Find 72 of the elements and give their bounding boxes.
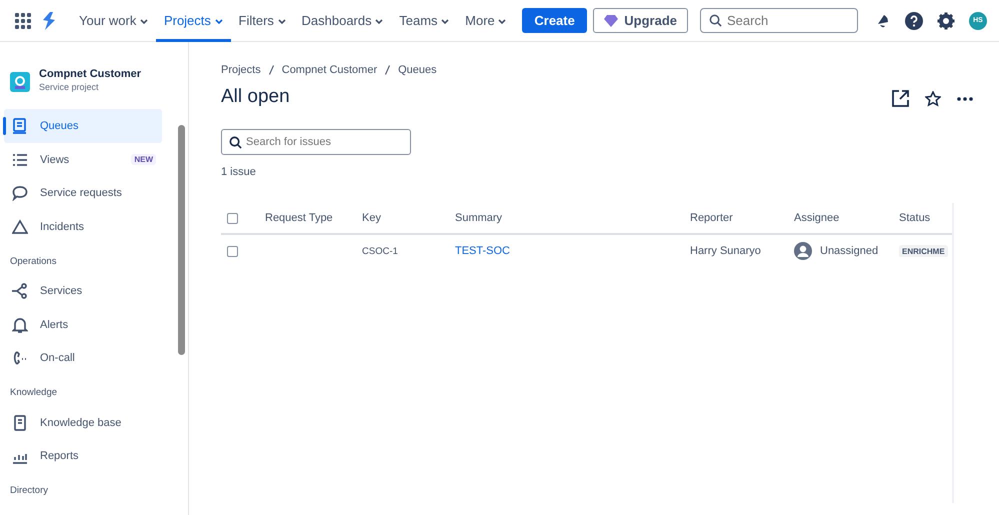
issue-key: CSOC-1	[362, 246, 455, 256]
sidebar-item[interactable]: Service requests	[4, 176, 162, 210]
triangle-icon	[12, 218, 28, 235]
phone-icon	[12, 350, 28, 366]
column-header[interactable]: Key	[362, 212, 455, 224]
assignee-name: Unassigned	[820, 245, 878, 257]
chevron-down-icon	[375, 19, 384, 24]
sidebar-item[interactable]: Views NEW	[4, 143, 162, 176]
issue-count: 1 issue	[221, 166, 257, 178]
create-button[interactable]: Create	[522, 8, 587, 33]
nav-menu-item[interactable]: Projects	[156, 0, 231, 42]
nav-menu-item[interactable]: More	[457, 0, 514, 42]
issue-search-field[interactable]: Search for issues	[221, 129, 411, 155]
sidebar-item[interactable]: Knowledge base	[4, 406, 162, 440]
share-icon[interactable]	[892, 90, 909, 107]
column-header[interactable]: Status	[899, 212, 952, 224]
checkbox[interactable]	[227, 212, 238, 224]
lightning-logo-icon[interactable]	[41, 12, 57, 30]
bell-icon	[12, 316, 28, 333]
sidebar-item[interactable]: Alerts	[4, 308, 162, 342]
breadcrumb-link[interactable]: Projects	[221, 64, 261, 76]
speech-bubble-icon	[12, 185, 28, 202]
slash-icon	[385, 65, 390, 75]
page-title: All open	[221, 86, 291, 108]
nav-menu-item[interactable]: Your work	[71, 0, 156, 42]
project-type: Service project	[39, 82, 100, 92]
section-heading: Knowledge	[9, 386, 58, 400]
sidebar-item[interactable]: Incidents	[4, 210, 162, 244]
column-header[interactable]: Assignee	[794, 212, 899, 224]
app-switcher-icon[interactable]	[15, 12, 31, 28]
checkbox[interactable]	[227, 246, 238, 256]
upgrade-button[interactable]: Upgrade	[593, 8, 688, 33]
notification-icon[interactable]	[875, 12, 891, 28]
book-icon	[12, 414, 28, 431]
more-icon[interactable]	[957, 96, 973, 100]
column-header[interactable]: Request Type	[239, 212, 362, 224]
list-icon	[12, 152, 28, 168]
breadcrumb-link[interactable]: Compnet Customer	[282, 64, 378, 76]
star-icon[interactable]	[925, 90, 941, 106]
project-name: Compnet Customer	[39, 68, 142, 80]
gem-icon	[604, 14, 618, 26]
reporter-cell-text: Harry Sunaryo	[690, 245, 762, 257]
search-field[interactable]: Search	[700, 8, 858, 33]
new-badge: NEW	[131, 154, 156, 166]
sidebar-item[interactable]: Services	[4, 274, 162, 308]
nav-menu-item[interactable]: Teams	[391, 0, 458, 42]
chevron-down-icon	[278, 19, 286, 24]
network-icon	[12, 283, 28, 300]
slash-icon	[268, 65, 274, 75]
nav-menu-item[interactable]: Dashboards	[294, 0, 392, 42]
issue-summary-link[interactable]: TEST-SOC	[455, 245, 510, 257]
section-heading: Directory	[9, 484, 50, 498]
chevron-down-icon	[140, 19, 148, 24]
nav-menu-item[interactable]: Filters	[230, 0, 294, 42]
help-icon[interactable]	[905, 12, 923, 30]
status-lozenge[interactable]: ENRICHME	[899, 245, 948, 257]
user-avatar-icon	[794, 242, 812, 260]
project-avatar-icon	[10, 72, 30, 92]
sidebar-item[interactable]: Queues	[4, 109, 162, 143]
column-header[interactable]: Summary	[455, 212, 690, 224]
chevron-down-icon	[441, 19, 450, 24]
search-icon	[229, 136, 242, 149]
search-icon	[709, 14, 722, 27]
section-heading: Operations	[9, 254, 58, 268]
column-header[interactable]: Reporter	[690, 212, 794, 224]
breadcrumb-link[interactable]: Queues	[398, 64, 437, 76]
sidebar-item[interactable]: On-call	[4, 342, 162, 375]
sidebar-item[interactable]: Reports	[4, 440, 162, 473]
chevron-down-icon	[498, 19, 506, 24]
settings-icon[interactable]	[937, 12, 955, 30]
document-icon	[12, 118, 28, 134]
chevron-down-icon	[214, 19, 223, 24]
